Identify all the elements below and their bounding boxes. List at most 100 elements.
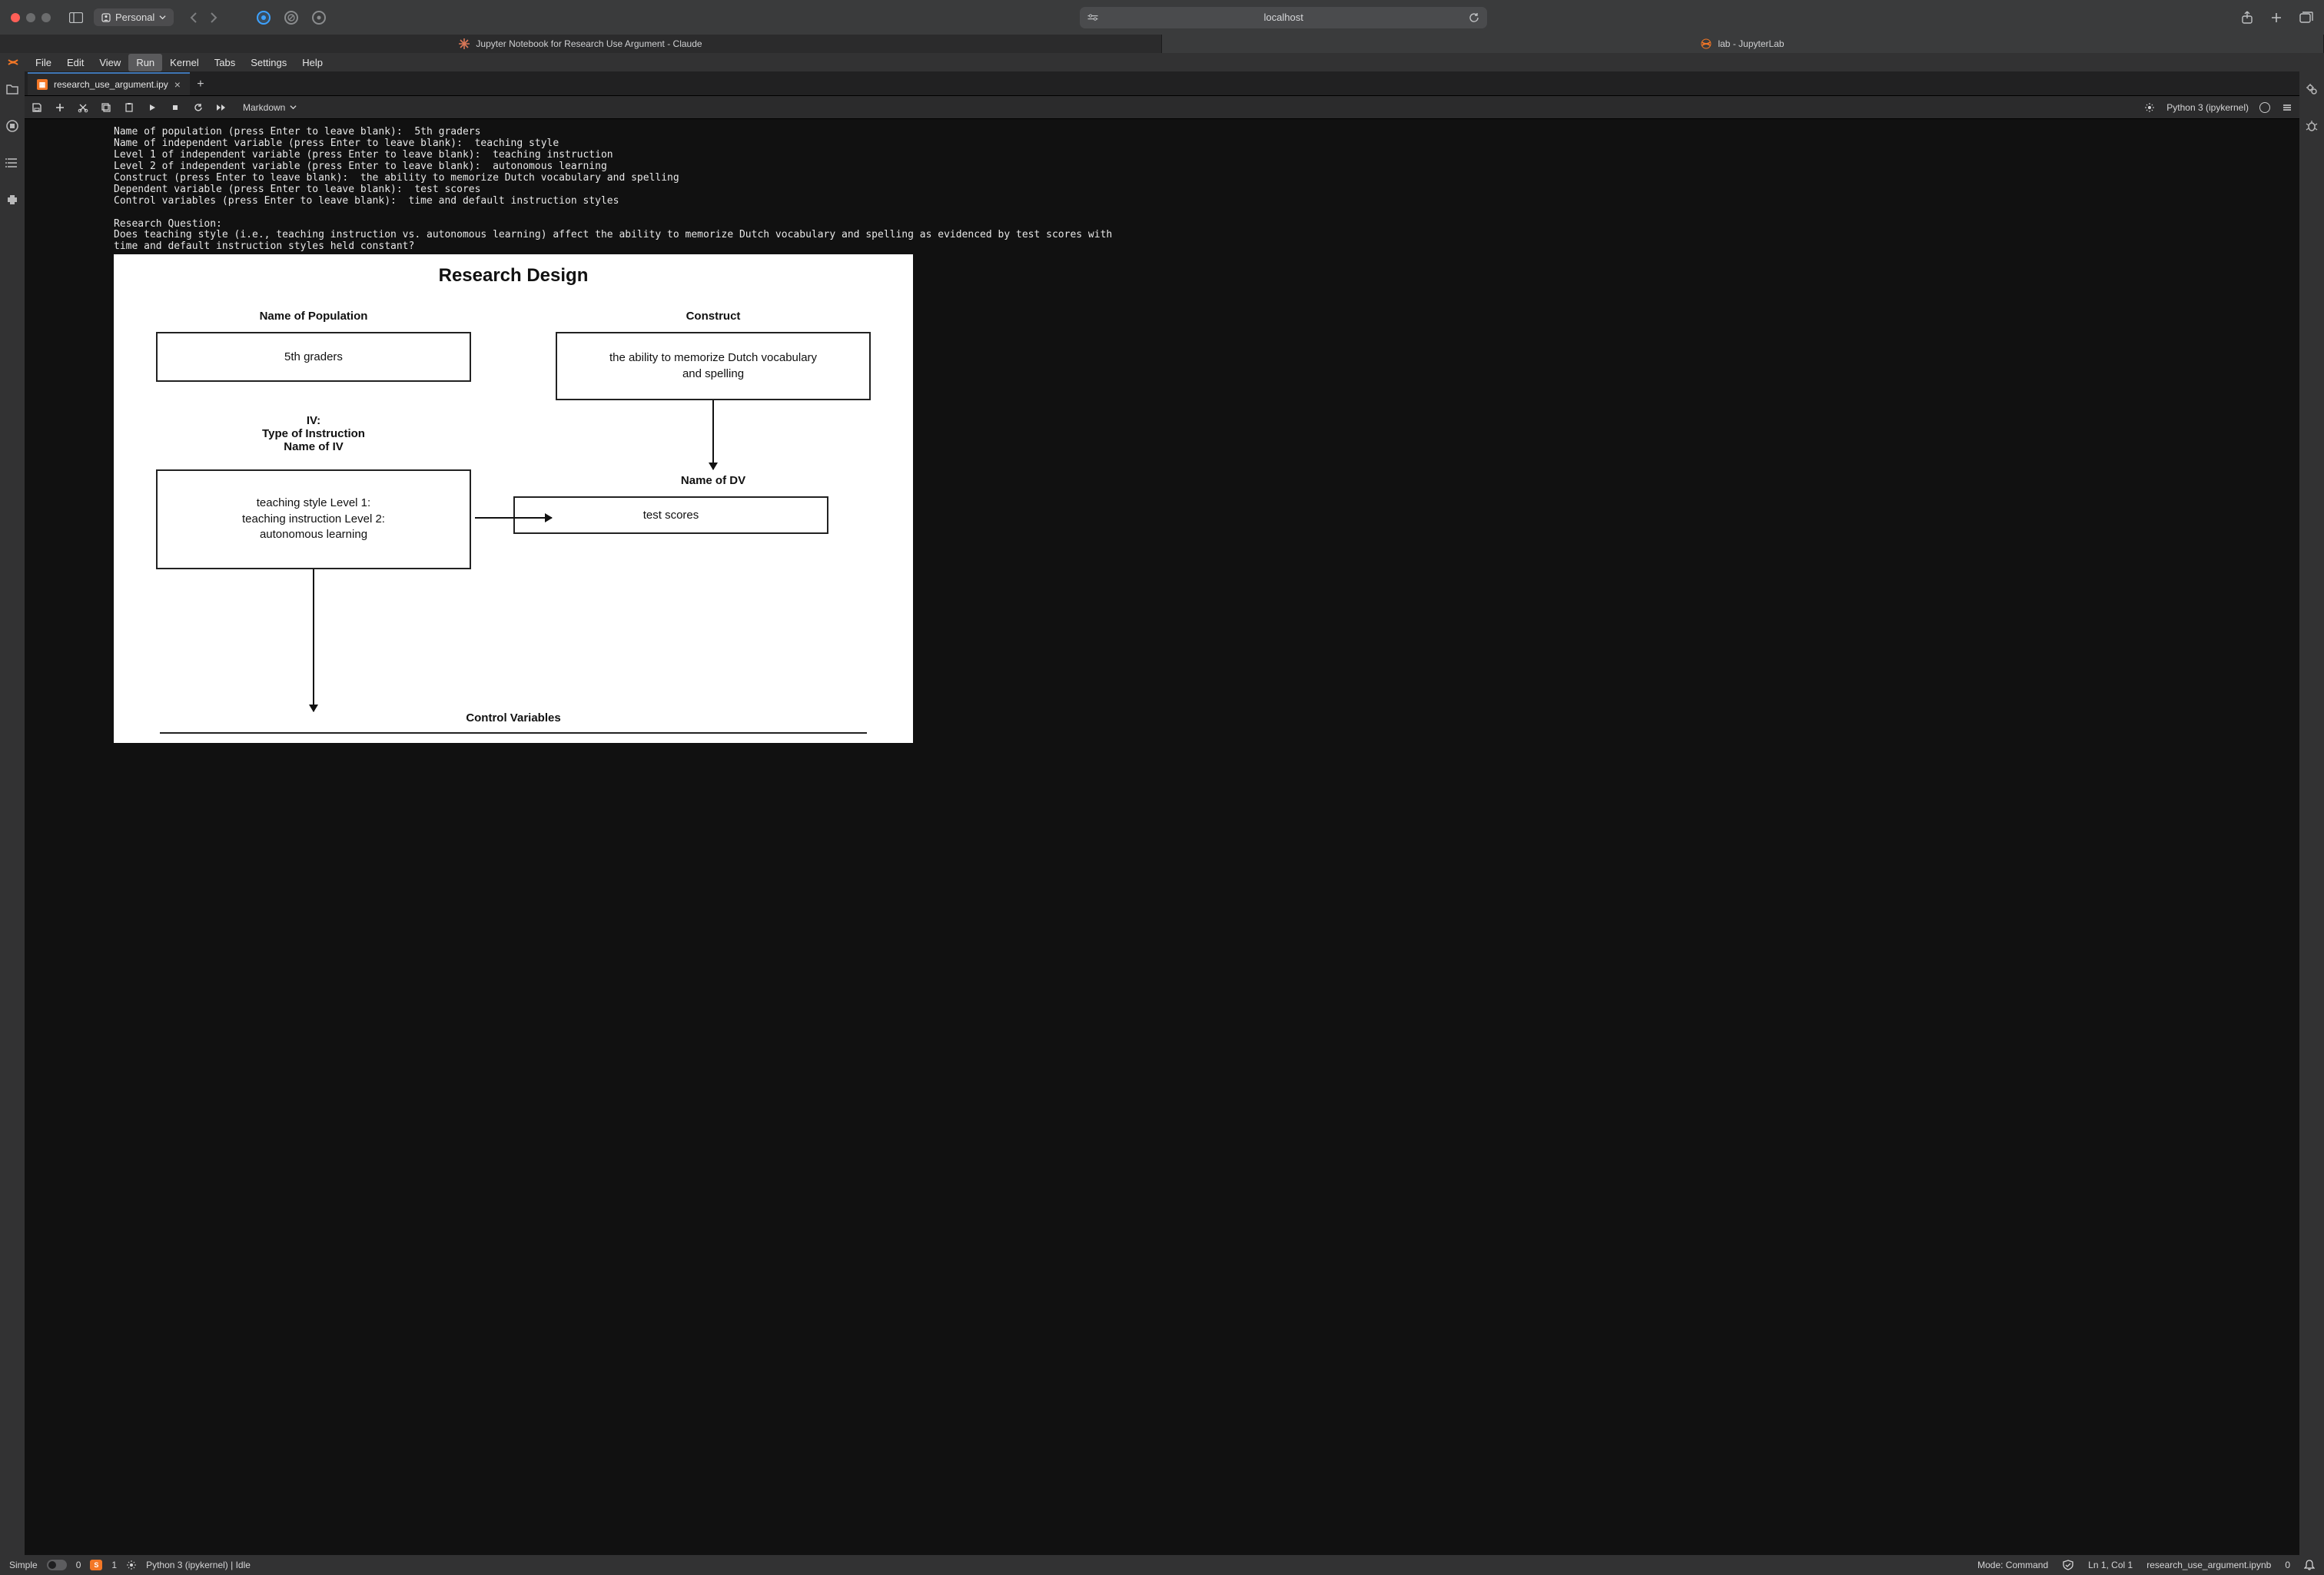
- simple-mode-toggle[interactable]: [47, 1560, 67, 1570]
- terminals-count[interactable]: 0: [76, 1560, 81, 1570]
- menu-kernel[interactable]: Kernel: [162, 54, 207, 71]
- new-launcher-button[interactable]: +: [190, 74, 211, 95]
- kernels-badge-icon: S: [90, 1560, 102, 1570]
- indicator-1[interactable]: [257, 11, 271, 25]
- address-bar[interactable]: localhost: [1080, 7, 1487, 28]
- browser-tab-strip: Jupyter Notebook for Research Use Argume…: [0, 35, 2324, 53]
- simple-mode-label: Simple: [9, 1560, 38, 1570]
- debugger-icon[interactable]: [2305, 119, 2319, 133]
- kernel-status-icon[interactable]: [2143, 101, 2156, 114]
- extensions-icon[interactable]: [5, 193, 19, 207]
- back-button[interactable]: [189, 12, 198, 23]
- cell-output-text: Name of population (press Enter to leave…: [32, 124, 2292, 254]
- profile-selector[interactable]: Personal: [94, 8, 174, 26]
- chevron-down-icon: [159, 14, 166, 21]
- notification-count: 0: [2285, 1560, 2290, 1570]
- forward-button[interactable]: [209, 12, 218, 23]
- site-settings-icon[interactable]: [1087, 13, 1098, 22]
- indicator-2[interactable]: [284, 11, 298, 25]
- dv-value: test scores: [643, 509, 699, 522]
- iv-label-3: Name of IV: [284, 440, 344, 453]
- files-icon[interactable]: [5, 82, 19, 96]
- menu-file[interactable]: File: [28, 54, 59, 71]
- arrow-iv-to-dv: [475, 517, 552, 519]
- construct-label: Construct: [686, 310, 741, 323]
- close-tab-button[interactable]: ×: [174, 78, 181, 91]
- interrupt-button[interactable]: [169, 101, 181, 114]
- cut-button[interactable]: [77, 101, 89, 114]
- construct-value: the ability to memorize Dutch vocabulary…: [609, 350, 817, 382]
- minimize-window-button[interactable]: [26, 13, 35, 22]
- cell-type-select[interactable]: Markdown: [238, 101, 301, 114]
- address-text: localhost: [1264, 12, 1303, 23]
- dv-label: Name of DV: [681, 474, 745, 487]
- chevron-down-icon: [290, 104, 297, 111]
- kernel-idle-indicator[interactable]: [2259, 102, 2270, 113]
- left-activity-bar: [0, 71, 25, 1555]
- document-tab-bar: ▦ research_use_argument.ipy × +: [25, 71, 2299, 96]
- iv-box: teaching style Level 1:teaching instruct…: [156, 469, 471, 569]
- sidebar-toggle-button[interactable]: [66, 8, 86, 28]
- document-tab[interactable]: ▦ research_use_argument.ipy ×: [28, 72, 190, 95]
- menu-edit[interactable]: Edit: [59, 54, 91, 71]
- cursor-position[interactable]: Ln 1, Col 1: [2088, 1560, 2133, 1570]
- running-icon[interactable]: [5, 119, 19, 133]
- iv-label-2: Type of Instruction: [262, 427, 365, 440]
- iv-value: teaching style Level 1:teaching instruct…: [242, 496, 385, 542]
- extension-indicators: [257, 11, 326, 25]
- copy-button[interactable]: [100, 101, 112, 114]
- settings-status-icon[interactable]: [126, 1560, 137, 1570]
- browser-tab-label: Jupyter Notebook for Research Use Argume…: [476, 38, 702, 49]
- arrow-construct-to-dv: [712, 400, 714, 469]
- tab-overview-button[interactable]: [2299, 12, 2313, 24]
- kernel-status-text[interactable]: Python 3 (ipykernel) | Idle: [146, 1560, 251, 1570]
- mode-text[interactable]: Mode: Command: [1977, 1560, 2048, 1570]
- menu-run[interactable]: Run: [128, 54, 162, 71]
- run-button[interactable]: [146, 101, 158, 114]
- profile-label: Personal: [115, 12, 154, 23]
- population-label: Name of Population: [260, 310, 368, 323]
- window-controls: [11, 13, 51, 22]
- trust-icon[interactable]: [2062, 1560, 2074, 1570]
- browser-tab-claude[interactable]: Jupyter Notebook for Research Use Argume…: [0, 35, 1162, 53]
- menu-help[interactable]: Help: [294, 54, 330, 71]
- cell-type-label: Markdown: [243, 102, 285, 113]
- jupyter-icon: [1701, 38, 1711, 49]
- insert-cell-button[interactable]: [54, 101, 66, 114]
- person-icon: [101, 13, 111, 22]
- restart-run-all-button[interactable]: [215, 101, 227, 114]
- jupyter-logo[interactable]: [6, 55, 20, 69]
- status-bar: Simple 0 S 1 Python 3 (ipykernel) | Idle…: [0, 1555, 2324, 1575]
- restart-button[interactable]: [192, 101, 204, 114]
- construct-box: the ability to memorize Dutch vocabulary…: [556, 332, 871, 400]
- property-inspector-icon[interactable]: [2305, 82, 2319, 96]
- menu-tabs[interactable]: Tabs: [207, 54, 243, 71]
- dv-box: test scores: [513, 496, 828, 534]
- filename-status[interactable]: research_use_argument.ipynb: [2146, 1560, 2271, 1570]
- bell-icon[interactable]: [2304, 1559, 2315, 1571]
- share-button[interactable]: [2241, 11, 2253, 25]
- menu-view[interactable]: View: [91, 54, 128, 71]
- browser-tab-jupyter[interactable]: lab - JupyterLab: [1162, 35, 2324, 53]
- notebook-toolbar: Markdown Python 3 (ipykernel): [25, 96, 2299, 119]
- menu-settings[interactable]: Settings: [243, 54, 294, 71]
- kernel-name[interactable]: Python 3 (ipykernel): [2166, 102, 2249, 113]
- indicator-3[interactable]: [312, 11, 326, 25]
- arrow-iv-to-control: [313, 569, 314, 711]
- kernels-count[interactable]: 1: [111, 1560, 117, 1570]
- notebook-icon: ▦: [37, 79, 48, 90]
- paste-button[interactable]: [123, 101, 135, 114]
- save-button[interactable]: [31, 101, 43, 114]
- new-tab-button[interactable]: [2270, 12, 2282, 24]
- toolbar-menu-icon[interactable]: [2281, 101, 2293, 114]
- close-window-button[interactable]: [11, 13, 20, 22]
- population-box: 5th graders: [156, 332, 471, 382]
- jupyter-menubar: File Edit View Run Kernel Tabs Settings …: [0, 53, 2324, 71]
- toc-icon[interactable]: [5, 156, 19, 170]
- right-activity-bar: [2299, 71, 2324, 1555]
- notebook-area[interactable]: Name of population (press Enter to leave…: [25, 119, 2299, 1555]
- control-box-top: [160, 732, 867, 735]
- maximize-window-button[interactable]: [42, 13, 51, 22]
- reload-button[interactable]: [1469, 12, 1479, 23]
- nav-arrows: [189, 12, 218, 23]
